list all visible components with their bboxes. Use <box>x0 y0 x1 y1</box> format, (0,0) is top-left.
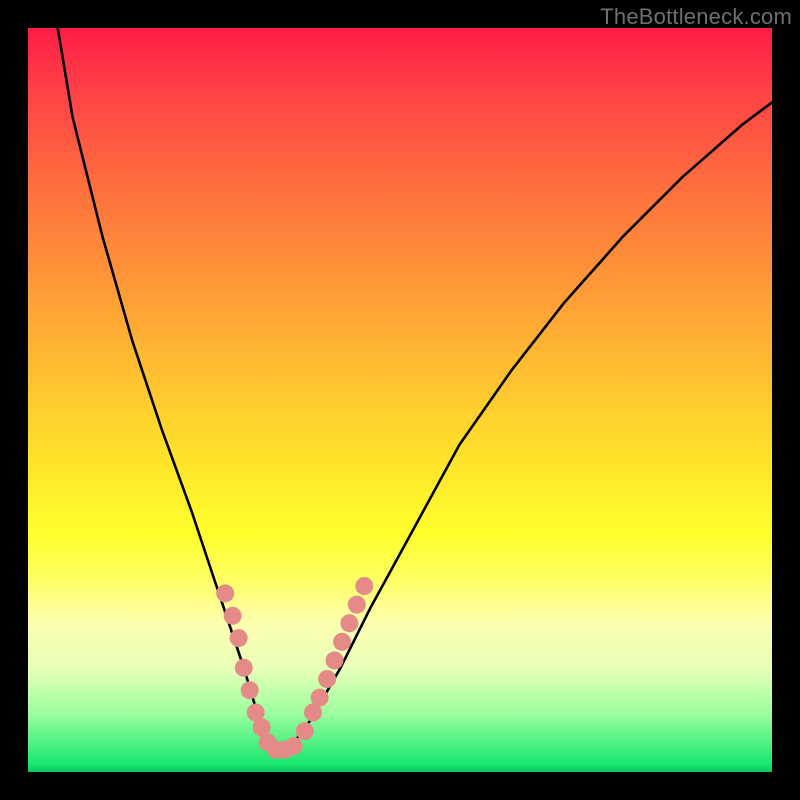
watermark-text: TheBottleneck.com <box>600 4 792 30</box>
gradient-plot-area <box>28 28 772 772</box>
